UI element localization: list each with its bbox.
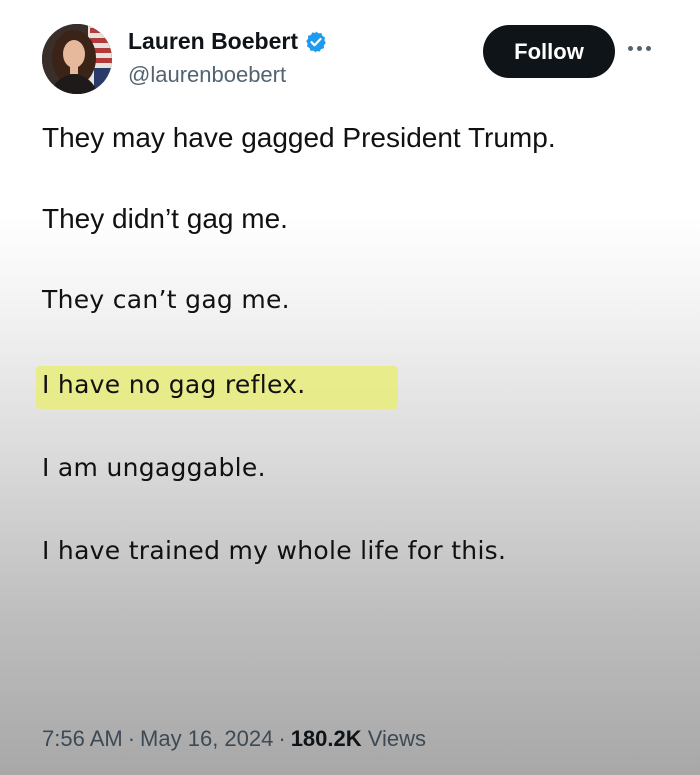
- avatar-image: [42, 24, 112, 94]
- views-label: Views: [367, 726, 427, 751]
- tweet-text-line: I am ungaggable.: [42, 453, 266, 482]
- meta-separator: ·: [127, 726, 136, 751]
- avatar[interactable]: [42, 24, 112, 94]
- author-name-row: Lauren Boebert: [128, 28, 328, 55]
- tweet-text-line: They may have gagged President Trump.: [42, 122, 556, 153]
- tweet-date[interactable]: May 16, 2024: [140, 726, 273, 751]
- tweet-card: Lauren Boebert @laurenboebert Follow The…: [0, 0, 700, 775]
- views-count[interactable]: 180.2K: [291, 726, 362, 751]
- tweet-time[interactable]: 7:56 AM: [42, 726, 123, 751]
- tweet-text-line-highlighted: I have no gag reflex.: [42, 370, 306, 399]
- verified-badge-icon: [304, 30, 328, 54]
- tweet-meta: 7:56 AM · May 16, 2024 · 180.2K Views: [42, 726, 426, 752]
- follow-button[interactable]: Follow: [483, 25, 615, 78]
- tweet-text-line: They can’t gag me.: [42, 285, 290, 314]
- author-display-name[interactable]: Lauren Boebert: [128, 28, 298, 55]
- more-options-icon[interactable]: [628, 42, 658, 54]
- author-handle[interactable]: @laurenboebert: [128, 62, 286, 88]
- meta-separator: ·: [278, 726, 286, 751]
- tweet-text-line: They didn’t gag me.: [42, 203, 288, 234]
- tweet-text-line: I have trained my whole life for this.: [42, 536, 507, 565]
